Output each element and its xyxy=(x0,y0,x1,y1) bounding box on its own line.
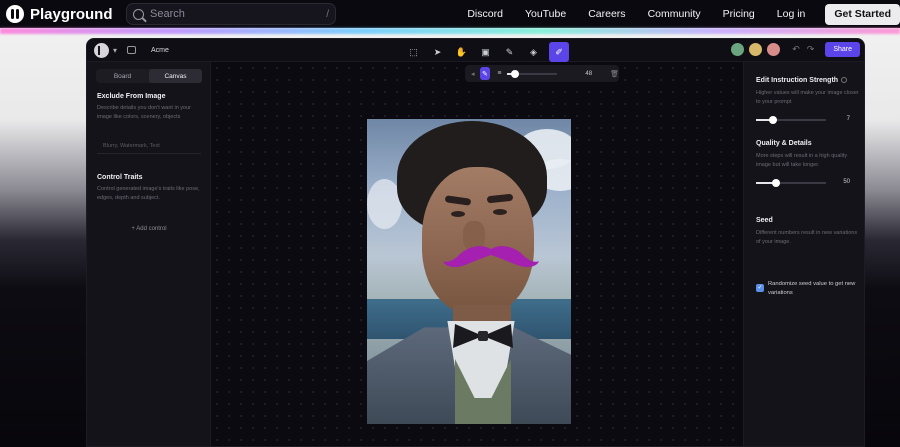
randomize-seed-checkbox[interactable]: ✓ xyxy=(756,284,764,292)
mode-tabs: Board Canvas xyxy=(96,69,202,83)
quality-title: Quality & Details xyxy=(756,140,812,147)
hand-tool-icon[interactable]: ✋ xyxy=(453,44,470,61)
strength-slider[interactable] xyxy=(756,116,826,124)
pen-tool-icon[interactable]: ✎ xyxy=(501,44,518,61)
image-tool-icon[interactable]: ▣ xyxy=(477,44,494,61)
collaborator-avatar[interactable] xyxy=(766,42,782,57)
strength-title: Edit Instruction Strength xyxy=(756,77,848,84)
nav-link-careers[interactable]: Careers xyxy=(588,8,625,20)
search-box[interactable]: / xyxy=(126,3,336,25)
strength-value: 7 xyxy=(846,116,850,122)
randomize-seed-label[interactable]: Randomize seed value to get new variatio… xyxy=(768,280,856,297)
control-title: Control Traits xyxy=(97,174,143,181)
quality-description: More steps will result in a high quality… xyxy=(756,153,848,168)
eye xyxy=(451,211,465,217)
brush-tool-icon[interactable]: ✐ xyxy=(549,42,569,62)
top-navigation: Playground / Discord YouTube Careers Com… xyxy=(0,0,900,28)
quality-slider[interactable] xyxy=(756,179,826,187)
collapse-arrow-icon[interactable]: ◂ xyxy=(471,70,475,78)
exclude-title: Exclude From Image xyxy=(97,93,166,100)
project-name[interactable]: Acme xyxy=(151,47,169,54)
chevron-down-icon[interactable]: ▾ xyxy=(113,46,117,55)
search-input[interactable] xyxy=(150,8,321,20)
panel-toggle-icon[interactable] xyxy=(127,46,137,54)
exclude-input[interactable]: Blurry, Watermark, Text xyxy=(97,138,201,154)
brand-logo[interactable]: Playground xyxy=(6,5,118,23)
exclude-description: Describe details you don't want in your … xyxy=(97,105,191,120)
tab-board[interactable]: Board xyxy=(96,69,149,83)
strength-description: Higher values will make your image close… xyxy=(756,90,859,105)
seed-title: Seed xyxy=(756,217,773,224)
tab-canvas[interactable]: Canvas xyxy=(149,69,202,83)
brush-icon[interactable]: ✎ xyxy=(479,67,491,80)
editor-toolbar: ▾ Acme ⬚ ➤ ✋ ▣ ✎ ◈ ✐ ↶ ↷ Share xyxy=(87,39,864,62)
search-icon xyxy=(133,8,144,20)
collaborator-avatar[interactable] xyxy=(748,42,764,57)
workspace-avatar[interactable] xyxy=(94,42,109,58)
collaborator-avatar[interactable] xyxy=(730,42,746,57)
slider-knob[interactable] xyxy=(510,69,519,78)
quality-value: 50 xyxy=(843,179,850,185)
brush-size-slider[interactable] xyxy=(507,69,558,78)
eye xyxy=(493,209,507,215)
select-tool-icon[interactable]: ⬚ xyxy=(405,44,422,61)
trash-icon[interactable]: 🗑 xyxy=(610,70,619,78)
search-shortcut: / xyxy=(326,8,329,20)
fill-tool-icon[interactable]: ◈ xyxy=(525,44,542,61)
left-panel: Board Canvas Exclude From Image Describe… xyxy=(87,62,211,446)
right-panel: Edit Instruction Strength Higher values … xyxy=(743,62,864,446)
playground-logo-icon xyxy=(6,5,24,23)
strength-title-text: Edit Instruction Strength xyxy=(756,77,839,84)
nav-link-youtube[interactable]: YouTube xyxy=(525,8,566,20)
pointer-tool-icon[interactable]: ➤ xyxy=(429,44,446,61)
bow-tie xyxy=(453,324,513,348)
undo-icon[interactable]: ↶ xyxy=(792,44,800,55)
nav-link-login[interactable]: Log in xyxy=(777,8,806,20)
slider-knob[interactable] xyxy=(771,179,780,187)
seed-description: Different numbers result in new variatio… xyxy=(756,230,858,245)
brush-size-value: 48 xyxy=(585,70,593,77)
nav-link-discord[interactable]: Discord xyxy=(467,8,503,20)
brand-name: Playground xyxy=(30,5,113,23)
canvas[interactable]: ◂ ✎ ≡ 48 🗑 xyxy=(211,62,743,446)
canvas-image[interactable] xyxy=(367,119,571,424)
get-started-button[interactable]: Get Started xyxy=(825,3,900,25)
redo-icon[interactable]: ↷ xyxy=(807,44,815,55)
brush-size-icon: ≡ xyxy=(497,70,502,77)
brush-settings-bar: ◂ ✎ ≡ 48 🗑 xyxy=(465,65,619,82)
collaborators: ↶ ↷ Share xyxy=(730,42,860,57)
control-description: Control generated image's traits like po… xyxy=(97,186,200,201)
nav-links: Discord YouTube Careers Community Pricin… xyxy=(467,3,900,25)
slider-knob[interactable] xyxy=(768,116,777,124)
add-control-button[interactable]: + Add control xyxy=(97,226,201,232)
tool-group: ⬚ ➤ ✋ ▣ ✎ ◈ ✐ xyxy=(405,42,569,62)
mustache xyxy=(443,246,539,268)
nav-link-pricing[interactable]: Pricing xyxy=(723,8,755,20)
share-button[interactable]: Share xyxy=(825,42,860,57)
info-icon[interactable] xyxy=(841,77,848,84)
rainbow-glow xyxy=(0,28,900,34)
nav-link-community[interactable]: Community xyxy=(648,8,701,20)
editor-window: ▾ Acme ⬚ ➤ ✋ ▣ ✎ ◈ ✐ ↶ ↷ Share Board Can… xyxy=(86,38,865,447)
